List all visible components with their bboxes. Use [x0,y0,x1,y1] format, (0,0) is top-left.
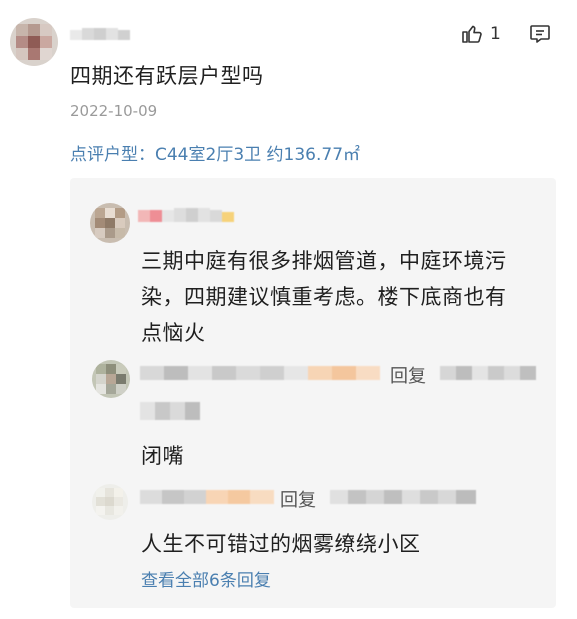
review-unit-link[interactable]: 点评户型：C44室2厅3卫 约136.77㎡ [70,140,360,165]
reply-username-continuation-blurred [140,398,200,424]
user-avatar[interactable] [10,18,58,66]
comment-button[interactable] [528,22,552,46]
reply-text: 人生不可错过的烟雾缭绕小区 [141,532,421,556]
review-unit-value: C44室2厅3卫 约136.77㎡ [155,145,361,165]
view-all-replies-link[interactable]: 查看全部6条回复 [141,566,271,591]
reply-avatar[interactable] [90,203,130,243]
reply-text-line: 点恼火 [141,321,206,345]
replied-username-blurred[interactable] [330,488,476,506]
reply-avatar[interactable] [92,484,128,520]
replied-username-blurred[interactable] [440,364,536,382]
reply-header: 回复 [140,362,540,387]
comment-text: 四期还有跃层户型吗 [70,64,264,88]
thumb-up-icon [462,25,482,43]
like-button[interactable]: 1 [460,20,506,48]
reply-to-label: 回复 [280,490,316,511]
reply-text: 三期中庭有很多排烟管道，中庭环境污 染，四期建议慎重考虑。楼下底商也有 点恼火 [141,243,547,351]
reply-text: 闭嘴 [141,444,184,468]
reply-username-blurred[interactable] [138,206,234,224]
username-blurred[interactable] [70,26,130,42]
reply-text-line: 三期中庭有很多排烟管道，中庭环境污 [141,249,507,273]
comment-date: 2022-10-09 [70,102,158,120]
comment-icon [530,25,550,43]
reply-to-label: 回复 [390,366,426,387]
like-count: 1 [490,24,501,44]
review-tag-label: 点评户型： [70,145,155,165]
reply-text-line: 染，四期建议慎重考虑。楼下底商也有 [141,285,507,309]
reply-header: 回复 [140,486,540,511]
reply-username-blurred[interactable] [140,488,274,506]
reply-username-blurred[interactable] [140,364,380,382]
reply-avatar[interactable] [92,360,130,398]
